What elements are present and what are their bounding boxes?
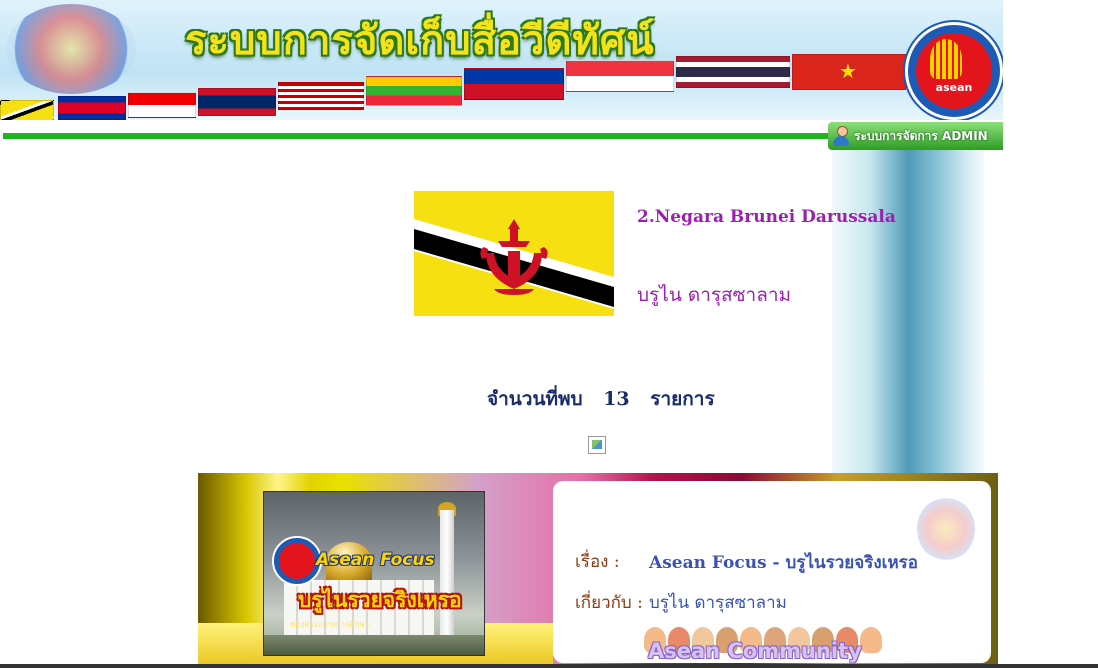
asean-logo-word: asean: [935, 81, 973, 94]
result-count: จำนวนที่พบ 13 รายการ: [487, 384, 729, 414]
flag-malaysia-icon: [278, 82, 364, 110]
header-divider: [3, 133, 831, 139]
asean-logo-icon: asean: [905, 22, 1003, 120]
asean-seal-watermark-icon: [6, 4, 136, 94]
admin-link-button[interactable]: ระบบการจัดการ ADMIN: [828, 122, 1003, 150]
page-bottom-edge: [0, 664, 1098, 668]
country-name-english: 2.Negara Brunei Darussala: [637, 207, 896, 227]
brunei-flag-image: [414, 191, 614, 316]
flag-indonesia-icon: [128, 92, 196, 118]
asean-watermark-icon: [917, 497, 975, 561]
result-count-label: จำนวนที่พบ: [487, 388, 583, 410]
story-value[interactable]: Asean Focus - บรูไนรวยจริงเหรอ: [649, 549, 918, 576]
result-count-unit: รายการ: [650, 388, 715, 410]
asean-community-word: Asean Community: [648, 639, 862, 663]
about-label: เกี่ยวกับ :: [575, 593, 643, 613]
broken-image-icon: [588, 436, 606, 454]
flag-thailand-icon: [676, 56, 790, 88]
thumbnail-series: Asean Focus: [316, 550, 435, 570]
side-decoration: [832, 150, 984, 480]
flag-philippines-icon: [464, 68, 564, 100]
flag-singapore-icon: [566, 60, 674, 92]
result-count-value: 13: [603, 388, 630, 410]
flag-myanmar-icon: [366, 76, 462, 106]
thumbnail-subtitle: ช่องสาระทางการศึกษา: [290, 620, 370, 629]
flag-brunei-icon: [0, 100, 54, 120]
header-banner: ระบบการจัดเก็บสื่อวีดีทัศน์ ★ asean: [0, 0, 1003, 120]
flag-vietnam-icon: ★: [792, 54, 906, 90]
asean-community-banner: Asean Community: [638, 621, 908, 663]
asean-logo-icon: [272, 536, 322, 586]
admin-link-label: ระบบการจัดการ ADMIN: [854, 128, 988, 143]
video-info-box: เรื่อง : Asean Focus - บรูไนรวยจริงเหรอ …: [553, 481, 991, 663]
country-name-thai: บรูไน ดารุสซาลาม: [637, 284, 792, 306]
about-value: บรูไน ดารุสซาลาม: [649, 593, 787, 613]
flag-laos-icon: [198, 88, 276, 116]
user-icon: [832, 125, 850, 147]
thumbnail-title: บรูไนรวยจริงเหรอ: [298, 588, 462, 612]
flag-cambodia-icon: [58, 96, 126, 120]
video-card[interactable]: Asean Focus บรูไนรวยจริงเหรอ ช่องสาระทาง…: [198, 473, 998, 668]
story-label: เรื่อง :: [575, 552, 620, 572]
video-thumbnail[interactable]: Asean Focus บรูไนรวยจริงเหรอ ช่องสาระทาง…: [263, 491, 485, 656]
